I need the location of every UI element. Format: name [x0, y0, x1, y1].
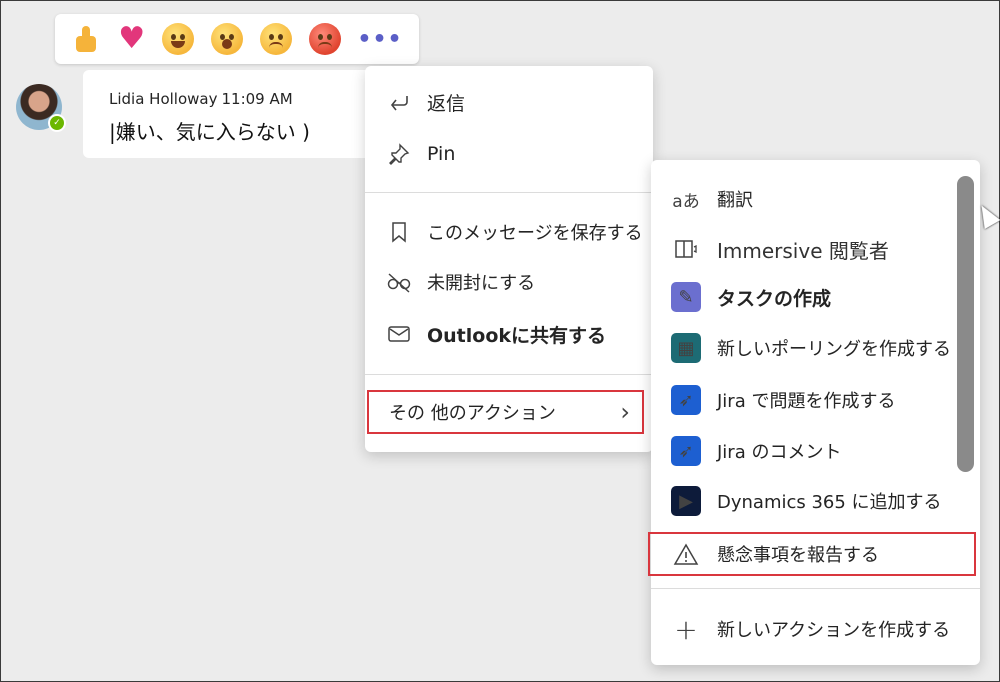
plus-icon: +: [674, 612, 698, 646]
submenu-item-jira-comment[interactable]: ➶ Jira のコメント: [671, 436, 841, 466]
submenu-divider: [651, 588, 980, 589]
emoji-eye: [326, 34, 332, 40]
submenu-item-label: タスクの作成: [717, 287, 832, 310]
menu-item-pin[interactable]: Pin: [385, 140, 455, 168]
presence-available-icon: ✓: [48, 114, 66, 132]
emoji-eye: [268, 34, 274, 40]
menu-item-label: Pin: [427, 143, 456, 165]
avatar[interactable]: ✓: [16, 84, 66, 132]
submenu-item-report-concern[interactable]: 懸念事項を報告する: [671, 539, 879, 569]
warning-icon: [671, 539, 701, 569]
emoji-mouth: [317, 42, 332, 48]
message-context-menu: 返信 Pin このメッセージを保存する 未開封にする Outlookに共有する …: [365, 66, 653, 452]
emoji-mouth: [268, 42, 283, 48]
like-reaction-icon[interactable]: [71, 24, 101, 54]
submenu-item-label: 翻訳: [717, 190, 753, 211]
menu-item-save-message[interactable]: このメッセージを保存する: [385, 218, 643, 246]
translate-icon: aあ: [672, 191, 700, 212]
more-actions-submenu: aあ 翻訳 Immersive 閲覧者 ✎ タスクの作成 ▦ 新しいポーリングを…: [648, 160, 980, 665]
sad-reaction-icon[interactable]: [259, 23, 292, 55]
submenu-item-dynamics[interactable]: ▶ Dynamics 365 に追加する: [671, 486, 942, 516]
dynamics-icon: ▶: [671, 486, 701, 516]
more-actions-label: その 他のアクション: [389, 403, 556, 424]
reply-icon: [385, 88, 413, 116]
submenu-item-create-task[interactable]: ✎ タスクの作成: [671, 282, 831, 312]
unread-icon: [385, 268, 413, 296]
polls-app-icon: ▦: [671, 333, 701, 363]
tasks-app-icon: ✎: [671, 282, 701, 312]
message-text: |嫌い、気に入らない ): [109, 120, 310, 144]
submenu-item-label: Jira のコメント: [717, 442, 842, 463]
menu-item-label: Outlookに共有する: [427, 324, 607, 347]
heart-reaction-icon[interactable]: ♥: [118, 24, 145, 54]
submenu-item-label: 懸念事項を報告する: [717, 545, 879, 566]
sender-name: Lidia Holloway: [109, 90, 218, 108]
emoji-eye: [317, 34, 323, 40]
emoji-eye: [171, 34, 177, 40]
submenu-item-immersive-reader[interactable]: Immersive 閲覧者: [671, 234, 889, 264]
emoji-mouth: [171, 41, 186, 48]
more-reactions-icon[interactable]: •••: [357, 27, 402, 52]
jira-icon: ➶: [671, 436, 701, 466]
menu-item-label: 返信: [427, 92, 466, 115]
bookmark-icon: [385, 218, 413, 246]
message-time: 11:09 AM: [221, 90, 293, 108]
submenu-item-create-poll[interactable]: ▦ 新しいポーリングを作成する: [671, 333, 951, 363]
menu-divider: [365, 374, 653, 375]
pin-icon: [385, 140, 413, 168]
submenu-item-jira-create-issue[interactable]: ➶ Jira で問題を作成する: [671, 385, 895, 415]
menu-item-label: 未開封にする: [427, 273, 536, 294]
chevron-right-icon: ›: [620, 398, 630, 426]
jira-icon: ➶: [671, 385, 701, 415]
emoji-eye: [277, 34, 283, 40]
submenu-item-label: 新しいポーリングを作成する: [717, 339, 951, 360]
emoji-eye: [180, 34, 186, 40]
message-header: Lidia Holloway 11:09 AM: [109, 90, 293, 108]
immersive-reader-icon: [671, 234, 701, 264]
like-reaction-palm: [76, 36, 97, 52]
menu-item-label: このメッセージを保存する: [427, 223, 643, 244]
message-bubble[interactable]: Lidia Holloway 11:09 AM |嫌い、気に入らない ): [83, 70, 373, 158]
submenu-item-create-action[interactable]: + 新しいアクションを作成する: [671, 612, 951, 646]
more-actions-menu-item[interactable]: その 他のアクション ›: [367, 390, 644, 434]
reaction-bar: ♥ •••: [55, 14, 419, 64]
menu-item-reply[interactable]: 返信: [385, 88, 465, 116]
submenu-item-translate[interactable]: aあ 翻訳: [671, 184, 753, 214]
submenu-item-label: Jira で問題を作成する: [717, 391, 896, 412]
submenu-item-label: 新しいアクションを作成する: [717, 620, 951, 641]
menu-item-share-outlook[interactable]: Outlookに共有する: [385, 320, 606, 348]
menu-item-mark-unread[interactable]: 未開封にする: [385, 268, 535, 296]
submenu-item-label: Immersive 閲覧者: [717, 238, 889, 263]
angry-reaction-icon[interactable]: [308, 23, 341, 55]
menu-divider: [365, 192, 653, 193]
laugh-reaction-icon[interactable]: [162, 23, 195, 55]
submenu-scrollbar[interactable]: [957, 176, 974, 472]
mail-icon: [385, 320, 413, 348]
emoji-mouth: [221, 39, 232, 49]
surprised-reaction-icon[interactable]: [210, 23, 243, 55]
submenu-item-label: Dynamics 365 に追加する: [717, 492, 942, 513]
